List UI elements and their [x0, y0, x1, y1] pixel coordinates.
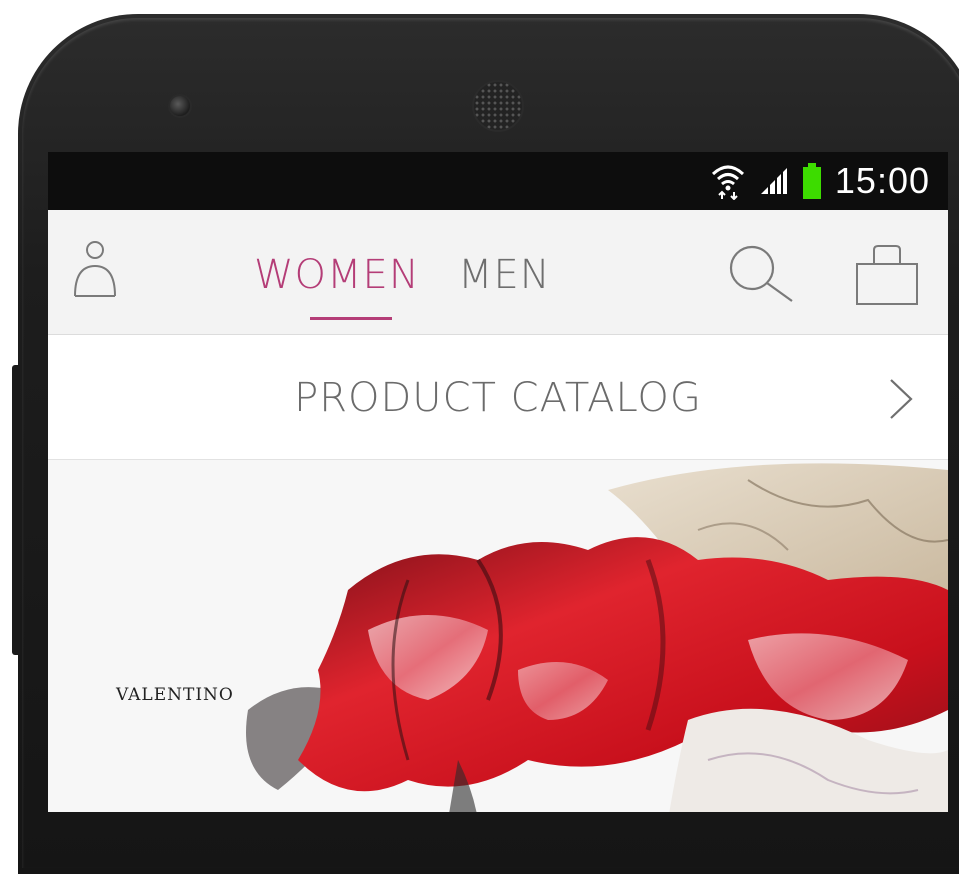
hero-brand-label: VALENTINO	[116, 685, 234, 705]
search-icon[interactable]	[726, 244, 798, 308]
speaker-grille	[474, 82, 522, 130]
battery-icon	[802, 163, 821, 199]
chevron-right-icon	[888, 377, 914, 425]
shopping-bag-icon[interactable]	[854, 244, 920, 310]
top-nav-bar: WOMEN MEN	[48, 210, 948, 335]
phone-screen: 15:00 WOMEN MEN PRODUCT CATALOG VALENTIN…	[48, 152, 948, 812]
front-camera	[170, 96, 190, 116]
product-catalog-label: PRODUCT CATALOG	[294, 375, 702, 421]
tab-women[interactable]: WOMEN	[254, 252, 420, 298]
account-icon[interactable]	[72, 240, 118, 304]
active-tab-indicator	[310, 317, 392, 320]
hero-banner[interactable]: VALENTINO	[48, 460, 948, 812]
phone-side-button	[12, 365, 20, 655]
status-bar: 15:00	[48, 152, 948, 210]
wifi-icon	[711, 162, 745, 200]
status-time: 15:00	[834, 160, 930, 201]
tab-men[interactable]: MEN	[458, 252, 551, 298]
product-catalog-row[interactable]: PRODUCT CATALOG	[48, 335, 948, 460]
signal-icon	[759, 166, 789, 196]
hero-scarf-image	[246, 463, 948, 812]
